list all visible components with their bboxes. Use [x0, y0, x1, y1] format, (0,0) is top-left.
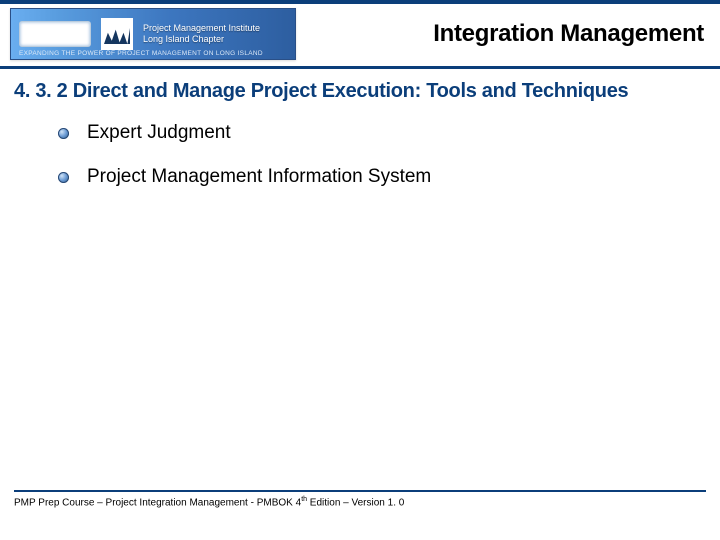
section-number: 4. 3. 2 — [14, 80, 68, 102]
logo-org-text: Project Management Institute Long Island… — [143, 23, 260, 45]
content-area: Expert Judgment Project Management Infor… — [0, 108, 720, 188]
section-heading: 4. 3. 2 Direct and Manage Project Execut… — [0, 69, 720, 108]
header: Project Management Institute Long Island… — [0, 4, 720, 69]
bullet-label: Project Management Information System — [87, 166, 431, 188]
bullet-icon — [58, 128, 69, 139]
logo-org-line1: Project Management Institute — [143, 23, 260, 34]
bullet-label: Expert Judgment — [87, 122, 231, 144]
logo-tagline: EXPANDING THE POWER OF PROJECT MANAGEMEN… — [19, 50, 263, 57]
list-item: Project Management Information System — [58, 166, 690, 188]
pmi-logo: Project Management Institute Long Island… — [10, 8, 296, 60]
logo-org-line2: Long Island Chapter — [143, 34, 260, 45]
page-title: Integration Management — [296, 20, 710, 48]
bullet-icon — [58, 172, 69, 183]
footer: PMP Prep Course – Project Integration Ma… — [14, 490, 706, 508]
list-item: Expert Judgment — [58, 122, 690, 144]
section-title: Direct and Manage Project Execution: Too… — [73, 80, 629, 102]
footer-text-before: PMP Prep Course – Project Integration Ma… — [14, 497, 301, 508]
footer-text-after: Edition – Version 1. 0 — [307, 497, 404, 508]
footer-text: PMP Prep Course – Project Integration Ma… — [14, 496, 706, 508]
logo-emblem-icon — [19, 21, 91, 47]
pmi-mark-icon — [101, 18, 133, 50]
